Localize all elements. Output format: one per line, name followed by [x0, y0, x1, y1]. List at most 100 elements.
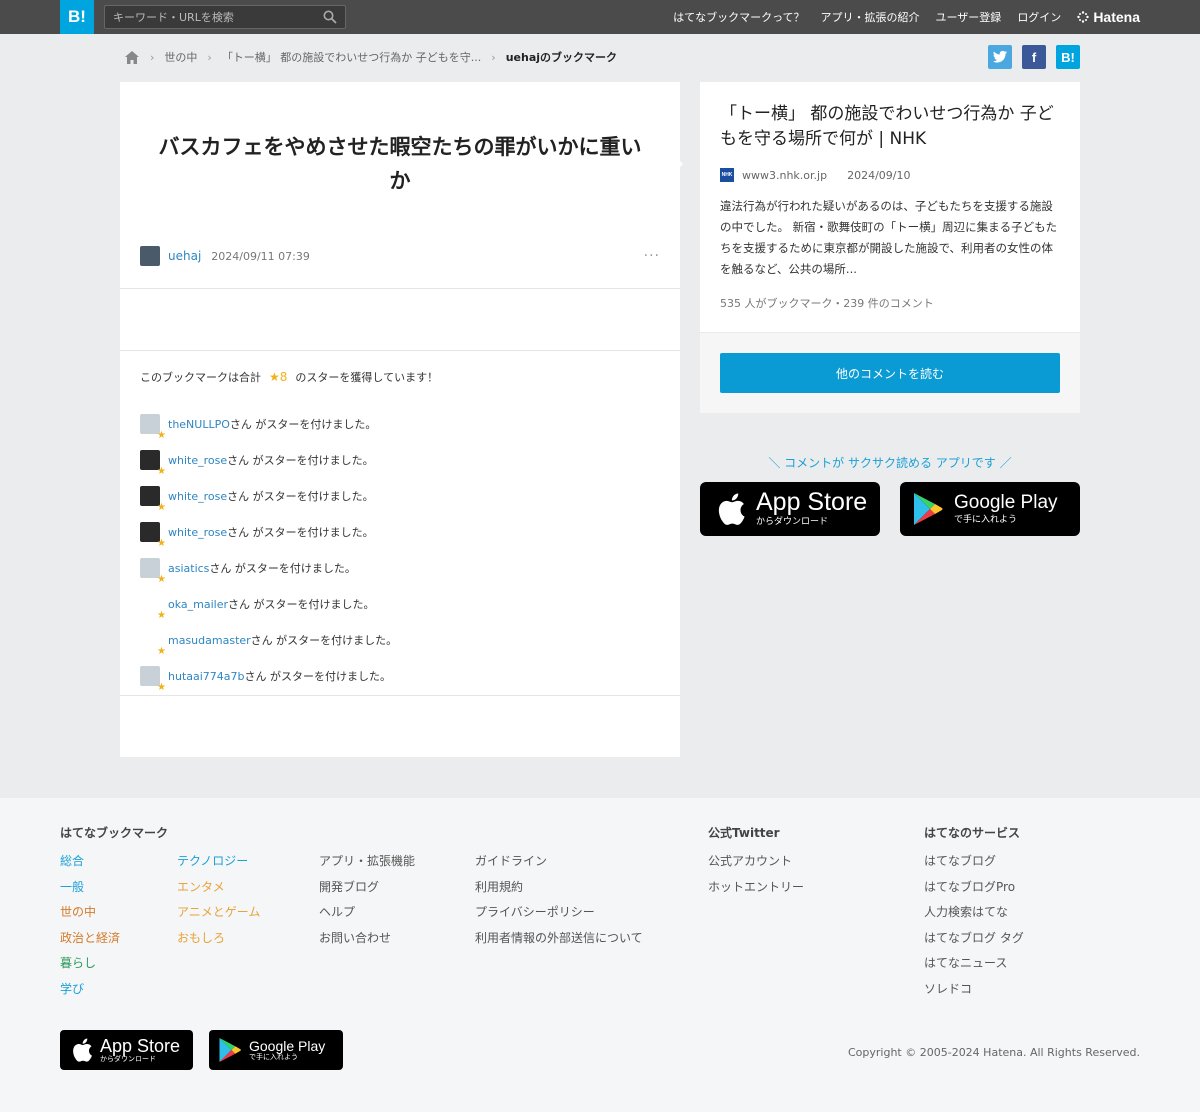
star-user-name[interactable]: white_rose — [168, 526, 227, 539]
entry-card: 「トー横」 都の施設でわいせつ行為か 子どもを守る場所で何が | NHK NHK… — [700, 82, 1080, 413]
star-action-text: さん がスターを付けました。 — [209, 562, 356, 575]
google-play-badge[interactable]: Google Play で手に入れよう — [900, 482, 1080, 536]
search-input[interactable] — [105, 6, 315, 28]
more-options-icon[interactable]: ··· — [644, 248, 660, 264]
avatar[interactable]: ★ — [140, 522, 166, 549]
nav-register[interactable]: ユーザー登録 — [936, 9, 1002, 25]
footer-link[interactable]: 利用規約 — [475, 875, 643, 901]
star-icon: ★ — [157, 538, 166, 549]
footer-link[interactable]: テクノロジー — [177, 849, 260, 875]
stars-summary-suffix: のスターを獲得しています！ — [295, 371, 439, 384]
star-user-name[interactable]: asiatics — [168, 562, 209, 575]
footer-link[interactable]: 世の中 — [60, 900, 120, 926]
star-list-item: ★ asiatics さん がスターを付けました。 — [140, 550, 397, 586]
footer-google-play-subtitle: で手に入れよう — [249, 1052, 298, 1061]
divider — [120, 695, 680, 696]
avatar[interactable]: ★ — [140, 630, 166, 657]
footer-link[interactable]: アニメとゲーム — [177, 900, 260, 926]
star-icon: ★ — [157, 610, 166, 621]
footer-link[interactable]: お問い合わせ — [319, 926, 415, 952]
top-nav: はてなブックマークって？ アプリ・拡張の紹介 ユーザー登録 ログイン Haten… — [673, 0, 1140, 34]
twitter-share-icon[interactable] — [988, 45, 1012, 69]
avatar[interactable]: ★ — [140, 594, 166, 621]
star-user-name[interactable]: hutaai774a7b — [168, 670, 245, 683]
bookmark-user-name[interactable]: uehaj — [168, 249, 201, 263]
footer-link[interactable]: はてなブログPro — [924, 875, 1024, 901]
google-play-icon — [219, 1038, 241, 1062]
hatena-dots-icon — [1077, 11, 1090, 23]
stars-summary: このブックマークは合計 ★8 のスターを獲得しています！ — [140, 369, 438, 385]
read-other-comments-button[interactable]: 他のコメントを読む — [720, 353, 1060, 393]
breadcrumb-entry[interactable]: 「トー横」 都の施設でわいせつ行為か 子どもを守... — [222, 49, 481, 65]
footer-link[interactable]: アプリ・拡張機能 — [319, 849, 415, 875]
footer-link[interactable]: 人力検索はてな — [924, 900, 1024, 926]
avatar[interactable]: ★ — [140, 450, 166, 477]
entry-card-footer: 他のコメントを読む — [700, 332, 1080, 413]
search-icon[interactable] — [323, 10, 337, 24]
star-list-item: ★ white_rose さん がスターを付けました。 — [140, 478, 397, 514]
footer-services-heading: はてなのサービス — [924, 826, 1021, 840]
footer-link[interactable]: プライバシーポリシー — [475, 900, 643, 926]
share-buttons: f B! — [988, 45, 1080, 69]
entry-domain[interactable]: www3.nhk.or.jp — [742, 169, 827, 182]
footer-link[interactable]: エンタメ — [177, 875, 260, 901]
footer-link[interactable]: ガイドライン — [475, 849, 643, 875]
app-promo-text: ＼ コメントが サクサク読める アプリです ／ — [768, 456, 1012, 470]
footer-bookmark-heading: はてなブックマーク — [60, 826, 169, 840]
footer-link[interactable]: おもしろ — [177, 926, 260, 952]
footer-app-store-badge[interactable]: App Store からダウンロード — [60, 1030, 193, 1070]
footer-link[interactable]: 総合 — [60, 849, 120, 875]
nav-about[interactable]: はてなブックマークって？ — [673, 9, 804, 25]
star-user-name[interactable]: white_rose — [168, 490, 227, 503]
avatar[interactable]: ★ — [140, 666, 166, 693]
hatena-brand[interactable]: Hatena — [1077, 9, 1140, 25]
footer-link[interactable]: はてなブログ — [924, 849, 1024, 875]
star-action-text: さん がスターを付けました。 — [250, 634, 398, 647]
star-action-text: さん がスターを付けました。 — [227, 526, 374, 539]
star-action-text: さん がスターを付けました。 — [227, 454, 374, 467]
footer-link[interactable]: 暮らし — [60, 951, 120, 977]
footer-link[interactable]: 政治と経済 — [60, 926, 120, 952]
bookmark-date: 2024/09/11 07:39 — [211, 249, 310, 263]
footer-link[interactable]: はてなニュース — [924, 951, 1024, 977]
bookmark-card: バスカフェをやめさせた暇空たちの罪がいかに重いか uehaj 2024/09/1… — [120, 82, 680, 757]
card-pointer — [674, 155, 683, 173]
star-action-text: さん がスターを付けました。 — [229, 418, 377, 431]
hatena-bookmark-logo[interactable]: B! — [60, 0, 94, 34]
avatar[interactable]: ★ — [140, 558, 166, 585]
star-user-name[interactable]: oka_mailer — [168, 598, 228, 611]
search-box[interactable] — [104, 5, 346, 29]
avatar[interactable] — [140, 246, 160, 266]
avatar[interactable]: ★ — [140, 486, 166, 513]
avatar[interactable]: ★ — [140, 414, 166, 441]
footer-link[interactable]: 学び — [60, 977, 120, 1003]
footer-link[interactable]: はてなブログ タグ — [924, 926, 1024, 952]
footer-link[interactable]: 開発ブログ — [319, 875, 415, 901]
star-action-text: さん がスターを付けました。 — [227, 490, 374, 503]
home-icon[interactable] — [124, 50, 140, 65]
star-list-item: ★ masudamaster さん がスターを付けました。 — [140, 622, 397, 658]
footer-link[interactable]: 公式アカウント — [708, 849, 804, 875]
footer-link[interactable]: ソレドコ — [924, 977, 1024, 1003]
footer-twitter-links: 公式アカウント ホットエントリー — [708, 849, 804, 900]
hatena-bookmark-share-icon[interactable]: B! — [1056, 45, 1080, 69]
nav-apps[interactable]: アプリ・拡張の紹介 — [821, 9, 920, 25]
footer-link[interactable]: 一般 — [60, 875, 120, 901]
footer-twitter-heading: 公式Twitter — [708, 826, 780, 840]
app-store-title: App Store — [756, 488, 868, 517]
footer-google-play-badge[interactable]: Google Play で手に入れよう — [209, 1030, 343, 1070]
star-user-name[interactable]: white_rose — [168, 454, 227, 467]
facebook-share-icon[interactable]: f — [1022, 45, 1046, 69]
star-list-item: ★ theNULLPO さん がスターを付けました。 — [140, 406, 397, 442]
entry-title[interactable]: 「トー横」 都の施設でわいせつ行為か 子どもを守る場所で何が | NHK — [720, 102, 1065, 152]
star-user-name[interactable]: theNULLPO — [168, 418, 230, 431]
footer-link[interactable]: ヘルプ — [319, 900, 415, 926]
breadcrumb-category[interactable]: 世の中 — [164, 49, 197, 65]
star-user-name[interactable]: masudamaster — [168, 634, 251, 647]
footer-link[interactable]: 利用者情報の外部送信について — [475, 926, 643, 952]
app-store-badge[interactable]: App Store からダウンロード — [700, 482, 880, 536]
footer-link[interactable]: ホットエントリー — [708, 875, 804, 901]
star-icon: ★ — [157, 430, 166, 441]
divider — [120, 350, 680, 351]
nav-login[interactable]: ログイン — [1017, 9, 1061, 25]
